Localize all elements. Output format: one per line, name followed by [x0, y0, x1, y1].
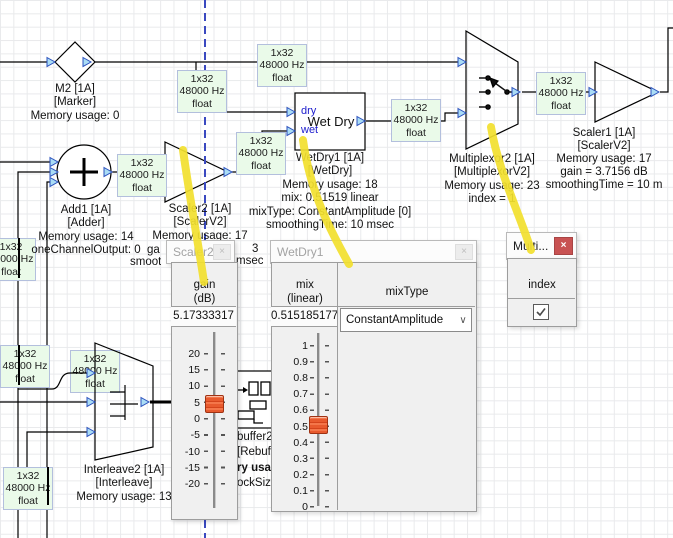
- tick-label: -15: [174, 462, 200, 474]
- port: [141, 398, 149, 407]
- wetdry1-mixtype-selected: ConstantAmplitude: [341, 314, 455, 326]
- wetdry1-param-unit: (linear): [272, 292, 338, 306]
- tick-label: 0.8: [280, 372, 308, 384]
- port: [87, 398, 95, 407]
- tick-marks: [204, 353, 208, 486]
- wetdry1-mix-value[interactable]: 0.515185177: [271, 307, 337, 327]
- tick-label: 20: [174, 348, 200, 360]
- tick-label: 0: [280, 501, 308, 513]
- checkmark-icon: [535, 306, 547, 318]
- scaler2-param-name: gain: [172, 278, 237, 292]
- port: [287, 108, 295, 117]
- signal-label-box[interactable]: 1x3248000 Hzfloat: [0, 345, 50, 388]
- close-icon[interactable]: ×: [213, 244, 231, 260]
- switch-icon: [479, 76, 516, 109]
- signal-label-box[interactable]: 1x3248000 Hzfloat: [117, 154, 167, 197]
- port: [87, 369, 95, 378]
- tick-label: 0.5: [280, 421, 308, 433]
- wetdry1-window-titlebar[interactable]: WetDry1 ×: [270, 240, 477, 264]
- port: [458, 58, 466, 67]
- scaler1-label: Scaler1 [1A][ScalerV2] Memory usage: 17g…: [509, 127, 673, 192]
- tick-label: 0.9: [280, 356, 308, 368]
- scaler2-gain-value[interactable]: 5.17333317: [171, 307, 236, 327]
- chevron-down-icon: ∨: [455, 315, 471, 326]
- close-icon[interactable]: ×: [455, 244, 473, 260]
- tick-label: 0.6: [280, 404, 308, 416]
- signal-label-box[interactable]: 1x3248000 Hzfloat: [536, 72, 586, 115]
- tick-label: 5: [174, 397, 200, 409]
- wire-over-label: [18, 345, 20, 385]
- tick-label: -20: [174, 478, 200, 490]
- tick-label: 0.2: [280, 469, 308, 481]
- signal-label-box[interactable]: 1x3248000 Hzfloat: [391, 99, 441, 142]
- scaler2-slider-track[interactable]: [213, 332, 216, 508]
- tick-label: 1: [280, 340, 308, 352]
- port: [50, 178, 58, 187]
- port: [512, 88, 520, 97]
- divider: [507, 298, 575, 299]
- wetdry1-mixtype-select[interactable]: ConstantAmplitude ∨: [340, 308, 472, 332]
- tick-label: -10: [174, 446, 200, 458]
- patch-canvas: 1x3248000 Hzfloat 1x3248000 Hzfloat 1x32…: [0, 0, 673, 538]
- scaler1-gain-shape[interactable]: [595, 62, 658, 122]
- scaler2-gain-shape[interactable]: [165, 142, 228, 202]
- m2-label: M2 [1A][Marker]Memory usage: 0: [0, 83, 170, 123]
- scaler2-window-titlebar[interactable]: Scaler2 ×: [166, 240, 235, 264]
- port: [47, 58, 55, 67]
- port: [87, 428, 95, 437]
- wetdry1-slider-handle[interactable]: [309, 416, 328, 434]
- multi-window-title: Multi...: [507, 239, 554, 253]
- scaler2-param-unit: (dB): [172, 292, 237, 306]
- wire-over-label: [18, 238, 20, 278]
- rebuffer-clipped-text: [Rebuff: [237, 446, 271, 459]
- scaler2-clipped-text: smoot: [130, 256, 161, 269]
- multi-window-titlebar[interactable]: Multi... ×: [506, 232, 577, 260]
- rebuffer-clipped-text: buffer2: [237, 431, 271, 444]
- tick-label: 0.7: [280, 388, 308, 400]
- tick-label: 0.1: [280, 485, 308, 497]
- close-icon[interactable]: ×: [554, 237, 573, 255]
- wire-over-label: [47, 467, 49, 505]
- port: [224, 168, 232, 177]
- port: [589, 88, 597, 97]
- port: [651, 88, 659, 97]
- wetdry1-param-name: mix: [272, 278, 338, 292]
- add1-adder-shape[interactable]: [57, 145, 111, 199]
- port: [458, 109, 466, 118]
- tick-label: 0.4: [280, 437, 308, 449]
- tick-label: 0.3: [280, 453, 308, 465]
- rebuffer-clipped-text: ockSize: [237, 477, 271, 490]
- tick-label: 0: [174, 413, 200, 425]
- divider: [337, 262, 338, 510]
- multi-param-name: index: [508, 278, 576, 292]
- wetdry-wet-port-label: wet: [301, 124, 318, 136]
- interleave-icon: [110, 385, 138, 420]
- port: [287, 127, 295, 136]
- scaler2-window-title: Scaler2: [167, 245, 213, 259]
- wetdry1-window-title: WetDry1: [271, 245, 455, 259]
- wetdry1-mixtype-header: mixType: [338, 285, 476, 299]
- rebuffer-clipped-text: ry usa: [237, 462, 271, 475]
- scaler2-slider-handle[interactable]: [205, 395, 224, 413]
- port: [50, 158, 58, 167]
- signal-label-box[interactable]: 1x3248000 Hzfloat: [257, 44, 307, 87]
- tick-label: 10: [174, 380, 200, 392]
- scaler2-clipped-text: msec: [236, 255, 263, 268]
- tick-label: 15: [174, 364, 200, 376]
- tick-label: -5: [174, 429, 200, 441]
- tick-marks: [221, 353, 225, 486]
- wetdry-dry-port-label: dry: [301, 105, 316, 117]
- signal-label-box[interactable]: 1x3248000 Hzfloat: [177, 70, 227, 113]
- multi-index-checkbox[interactable]: [533, 304, 549, 320]
